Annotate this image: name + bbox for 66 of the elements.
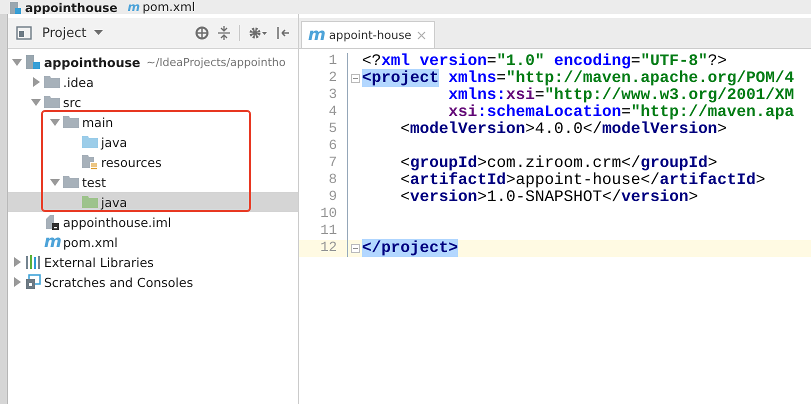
- hide-panel-icon[interactable]: [276, 26, 290, 40]
- line-number: 6: [299, 138, 348, 155]
- folder-icon: [82, 195, 98, 209]
- tree-item[interactable]: External Libraries: [8, 252, 298, 272]
- line-number: 1: [299, 53, 348, 70]
- collapsed-arrow-icon[interactable]: [12, 277, 22, 287]
- module-icon: [25, 54, 41, 70]
- maven-icon: m: [128, 0, 140, 14]
- file-icon: [44, 214, 60, 230]
- folder-icon: [63, 175, 79, 189]
- fold-icon[interactable]: [350, 244, 360, 253]
- code-line: <artifactId>appoint-house</artifactId>: [400, 172, 766, 189]
- line-number: 4: [299, 104, 348, 121]
- expanded-arrow-icon[interactable]: [12, 57, 22, 67]
- tree-item[interactable]: src: [8, 92, 298, 112]
- line-number: 8: [299, 172, 348, 189]
- code-line: <groupId>com.ziroom.crm</groupId>: [400, 155, 718, 172]
- code-line: <version>1.0-SNAPSHOT</version>: [400, 189, 698, 206]
- folder-icon: [44, 75, 60, 89]
- resources-folder-icon: [82, 154, 98, 170]
- libraries-icon: [25, 254, 41, 270]
- folder-icon: [82, 135, 98, 149]
- project-path: ~/IdeaProjects/appointho: [146, 56, 286, 68]
- line-number: 9: [299, 189, 348, 206]
- project-view-icon: [16, 26, 32, 40]
- maven-icon: m: [44, 235, 60, 249]
- expanded-arrow-icon[interactable]: [50, 177, 60, 187]
- fold-icon[interactable]: [350, 74, 360, 83]
- tree-item[interactable]: .idea: [8, 72, 298, 92]
- line-number: 7: [299, 155, 348, 172]
- tree-item[interactable]: java: [8, 192, 298, 212]
- tree-item[interactable]: main: [8, 112, 298, 132]
- tree-item[interactable]: Scratches and Consoles: [8, 272, 298, 292]
- settings-icon[interactable]: [248, 26, 268, 40]
- editor-tab[interactable]: m appoint-house: [301, 21, 435, 48]
- expanded-arrow-icon[interactable]: [50, 117, 60, 127]
- code-line: xsi:schemaLocation="http://maven.apa: [448, 104, 794, 121]
- folder-icon: [44, 95, 60, 109]
- tree-item[interactable]: resources: [8, 152, 298, 172]
- module-icon: [10, 2, 22, 14]
- tree-item[interactable]: appointhouse ~/IdeaProjects/appointho: [8, 52, 298, 72]
- collapsed-arrow-icon[interactable]: [12, 257, 22, 267]
- line-number: 3: [299, 87, 348, 104]
- tree-item[interactable]: test: [8, 172, 298, 192]
- code-line: xmlns:xsi="http://www.w3.org/2001/XM: [448, 87, 794, 104]
- scratches-icon: [25, 274, 41, 290]
- caret-icon: [94, 30, 104, 36]
- code-line: <?xml version="1.0" encoding="UTF-8"?>: [362, 53, 727, 70]
- code-line: <project xmlns="http://maven.apache.org/POM/4: [362, 70, 794, 87]
- target-icon[interactable]: [195, 26, 209, 40]
- line-number: 2: [299, 70, 348, 87]
- tree-item[interactable]: java: [8, 132, 298, 152]
- breadcrumb-item[interactable]: pom.xml: [142, 1, 196, 13]
- close-icon[interactable]: [416, 30, 426, 40]
- collapsed-arrow-icon[interactable]: [31, 77, 41, 87]
- tree-item[interactable]: appointhouse.iml: [8, 212, 298, 232]
- line-number: 10: [299, 206, 348, 223]
- collapse-all-icon[interactable]: [217, 26, 231, 40]
- project-view-dropdown[interactable]: Project: [40, 26, 106, 40]
- code-line: <modelVersion>4.0.0</modelVersion>: [400, 121, 727, 138]
- line-number: 12: [299, 240, 348, 257]
- folder-icon: [63, 115, 79, 129]
- maven-icon: m: [308, 28, 324, 42]
- expanded-arrow-icon[interactable]: [31, 97, 41, 107]
- line-number: 5: [299, 121, 348, 138]
- tree-item[interactable]: m pom.xml: [8, 232, 298, 252]
